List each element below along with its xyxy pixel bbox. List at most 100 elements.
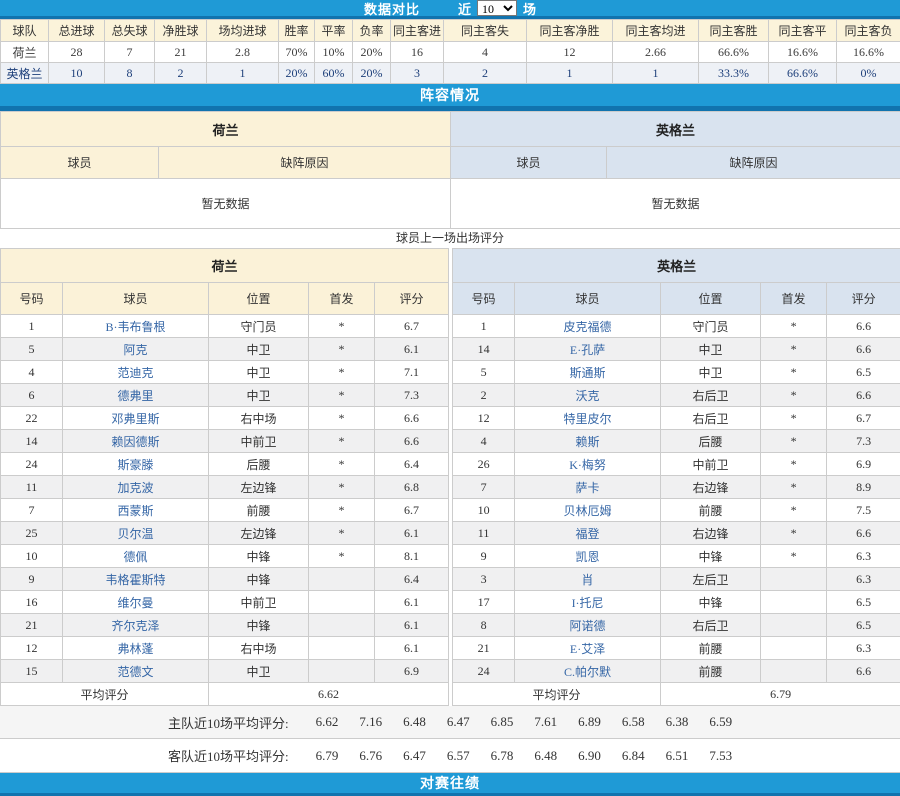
home-column-header: 号码 bbox=[1, 283, 63, 315]
player-name-link[interactable]: 肖 bbox=[582, 573, 594, 587]
player-name-cell: 凯恩 bbox=[515, 545, 661, 568]
away-average-value: 7.53 bbox=[709, 748, 732, 764]
player-row: 10贝林厄姆前腰*7.5 bbox=[453, 499, 900, 522]
player-name-link[interactable]: 阿克 bbox=[123, 343, 147, 357]
player-starting-flag bbox=[761, 568, 827, 591]
stat-value: 0% bbox=[837, 63, 900, 84]
stat-value: 10 bbox=[49, 63, 105, 84]
comparison-column-header: 同主客均进 bbox=[613, 20, 699, 42]
away-recent-averages-values: 6.796.766.476.576.786.486.906.846.517.53 bbox=[295, 748, 733, 764]
player-name-link[interactable]: 凯恩 bbox=[576, 550, 600, 564]
lineup-away-no-data: 暂无数据 bbox=[451, 179, 900, 229]
player-name-link[interactable]: 贝林厄姆 bbox=[564, 504, 612, 518]
recent-matches-select[interactable]: 10 bbox=[477, 0, 517, 16]
player-rating: 6.1 bbox=[375, 338, 449, 361]
player-number: 24 bbox=[453, 660, 515, 683]
player-name-link[interactable]: E·孔萨 bbox=[570, 343, 605, 357]
player-number: 26 bbox=[453, 453, 515, 476]
player-starting-flag: * bbox=[761, 430, 827, 453]
player-number: 14 bbox=[1, 430, 63, 453]
player-name-link[interactable]: 赖因德斯 bbox=[111, 435, 159, 449]
player-name-link[interactable]: 邓弗里斯 bbox=[111, 412, 159, 426]
player-name-link[interactable]: 范迪克 bbox=[117, 366, 153, 380]
player-starting-flag: * bbox=[761, 338, 827, 361]
player-rating: 6.1 bbox=[375, 522, 449, 545]
player-starting-flag bbox=[761, 660, 827, 683]
player-starting-flag: * bbox=[309, 453, 375, 476]
player-name-link[interactable]: K·梅努 bbox=[569, 458, 606, 472]
player-row: 11加克波左边锋*6.8 bbox=[1, 476, 449, 499]
player-number: 1 bbox=[1, 315, 63, 338]
comparison-table: 球队总进球总失球净胜球场均进球胜率平率负率同主客进同主客失同主客净胜同主客均进同… bbox=[0, 19, 900, 84]
player-starting-flag bbox=[309, 614, 375, 637]
stat-value: 2 bbox=[444, 63, 527, 84]
player-starting-flag bbox=[761, 637, 827, 660]
player-rating: 6.6 bbox=[827, 384, 900, 407]
player-row: 9凯恩中锋*6.3 bbox=[453, 545, 900, 568]
player-row: 26K·梅努中前卫*6.9 bbox=[453, 453, 900, 476]
player-number: 4 bbox=[453, 430, 515, 453]
player-name-link[interactable]: 德弗里 bbox=[117, 389, 153, 403]
player-name-link[interactable]: 阿诺德 bbox=[570, 619, 606, 633]
player-rating: 6.6 bbox=[827, 522, 900, 545]
player-name-link[interactable]: 齐尔克泽 bbox=[111, 619, 159, 633]
player-rating: 6.4 bbox=[375, 568, 449, 591]
lineup-away-reason-header: 缺阵原因 bbox=[607, 147, 900, 179]
player-name-link[interactable]: 斯通斯 bbox=[570, 366, 606, 380]
player-number: 8 bbox=[453, 614, 515, 637]
player-rating: 6.5 bbox=[827, 591, 900, 614]
player-rating: 6.4 bbox=[375, 453, 449, 476]
comparison-column-header: 平率 bbox=[315, 20, 353, 42]
player-row: 21E·艾泽前腰6.3 bbox=[453, 637, 900, 660]
player-rating: 8.1 bbox=[375, 545, 449, 568]
player-starting-flag bbox=[309, 637, 375, 660]
home-average-value: 6.47 bbox=[447, 714, 470, 730]
player-name-link[interactable]: E·艾泽 bbox=[570, 642, 605, 656]
player-name-link[interactable]: 范德文 bbox=[117, 665, 153, 679]
away-column-header: 评分 bbox=[827, 283, 900, 315]
player-position: 中锋 bbox=[209, 568, 309, 591]
stat-value: 16.6% bbox=[837, 42, 900, 63]
player-name-link[interactable]: 德佩 bbox=[123, 550, 147, 564]
player-name-link[interactable]: 弗林蓬 bbox=[117, 642, 153, 656]
away-column-header: 位置 bbox=[661, 283, 761, 315]
player-rating: 6.6 bbox=[827, 315, 900, 338]
player-name-link[interactable]: 特里皮尔 bbox=[564, 412, 612, 426]
player-name-link[interactable]: I·托尼 bbox=[572, 596, 604, 610]
stat-value: 4 bbox=[444, 42, 527, 63]
player-name-link[interactable]: 沃克 bbox=[576, 389, 600, 403]
player-name-link[interactable]: 斯豪滕 bbox=[117, 458, 153, 472]
player-position: 左边锋 bbox=[209, 522, 309, 545]
home-average-value: 6.48 bbox=[403, 714, 426, 730]
player-name-link[interactable]: 皮克福德 bbox=[564, 320, 612, 334]
player-starting-flag: * bbox=[309, 522, 375, 545]
player-name-cell: 斯通斯 bbox=[515, 361, 661, 384]
player-row: 6德弗里中卫*7.3 bbox=[1, 384, 449, 407]
player-rating: 6.6 bbox=[827, 338, 900, 361]
player-name-link[interactable]: 维尔曼 bbox=[117, 596, 153, 610]
player-name-link[interactable]: 萨卡 bbox=[576, 481, 600, 495]
player-name-link[interactable]: 西蒙斯 bbox=[117, 504, 153, 518]
comparison-column-header: 同主客失 bbox=[444, 20, 527, 42]
player-number: 5 bbox=[453, 361, 515, 384]
player-position: 中卫 bbox=[209, 660, 309, 683]
stat-value: 20% bbox=[353, 63, 391, 84]
player-name-link[interactable]: 福登 bbox=[576, 527, 600, 541]
away-average-value: 6.79 bbox=[661, 683, 900, 706]
player-rating: 7.3 bbox=[827, 430, 900, 453]
player-name-link[interactable]: 赖斯 bbox=[576, 435, 600, 449]
player-name-link[interactable]: 贝尔温 bbox=[117, 527, 153, 541]
player-position: 中前卫 bbox=[209, 591, 309, 614]
player-position: 中锋 bbox=[661, 591, 761, 614]
comparison-header-row: 球队总进球总失球净胜球场均进球胜率平率负率同主客进同主客失同主客净胜同主客均进同… bbox=[1, 20, 900, 42]
player-name-link[interactable]: 韦格霍斯特 bbox=[105, 573, 165, 587]
player-name-link[interactable]: C.帕尔默 bbox=[564, 665, 611, 679]
player-starting-flag: * bbox=[761, 453, 827, 476]
comparison-column-header: 总失球 bbox=[105, 20, 155, 42]
player-name-cell: 邓弗里斯 bbox=[63, 407, 209, 430]
away-average-row: 平均评分 6.79 bbox=[453, 683, 900, 706]
player-name-link[interactable]: 加克波 bbox=[117, 481, 153, 495]
player-rating: 6.6 bbox=[827, 660, 900, 683]
lineup-home-reason-header: 缺阵原因 bbox=[159, 147, 451, 179]
player-name-link[interactable]: B·韦布鲁根 bbox=[105, 320, 165, 334]
